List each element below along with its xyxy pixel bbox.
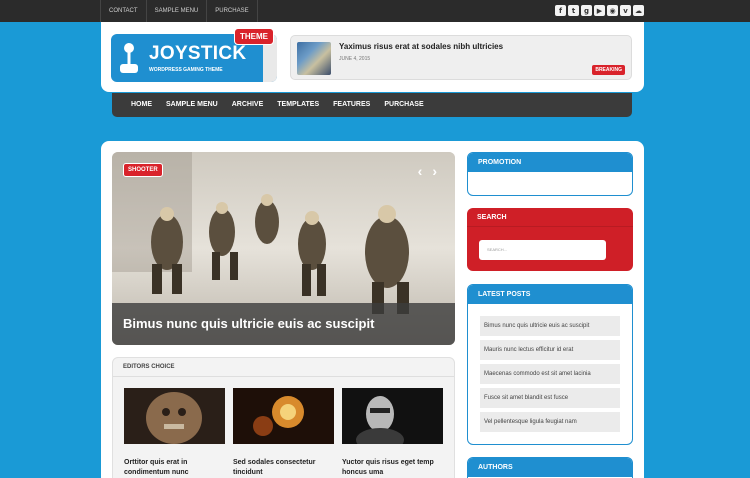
facebook-icon[interactable]: f [555, 5, 566, 16]
list-item[interactable]: Fusce sit amet blandit est fusce [480, 388, 620, 408]
list-item[interactable]: Sed sodales consectetur tincidunt [233, 388, 334, 478]
search-widget: SEARCH SEARCH... [467, 208, 633, 271]
breaking-date: JUNE 4, 2015 [339, 56, 371, 62]
main-content: SHOOTER ‹ › Bimus nunc quis ultricie eui… [101, 141, 644, 478]
post-title[interactable]: Orttitor quis erat in condimentum nunc [124, 458, 225, 478]
top-links: CONTACT SAMPLE MENU PURCHASE [100, 0, 258, 22]
breaking-thumbnail[interactable] [297, 42, 331, 75]
promotion-widget: PROMOTION [467, 152, 633, 196]
youtube-icon[interactable]: ▶ [594, 5, 605, 16]
post-thumbnail[interactable] [124, 388, 225, 444]
category-badge[interactable]: SHOOTER [123, 163, 163, 177]
list-item[interactable]: Yuctor quis risus eget temp honcus uma [342, 388, 443, 478]
editors-choice-section: EDITORS CHOICE Orttitor quis erat in con… [112, 357, 455, 478]
breaking-title[interactable]: Yaximus risus erat at sodales nibh ultri… [339, 42, 503, 51]
search-input[interactable]: SEARCH... [479, 240, 606, 260]
slide-title[interactable]: Bimus nunc quis ultricie euis ac suscipi… [123, 316, 374, 331]
main-nav: HOME SAMPLE MENU ARCHIVE TEMPLATES FEATU… [112, 93, 632, 117]
post-title[interactable]: Yuctor quis risus eget temp honcus uma [342, 458, 443, 478]
nav-item-features[interactable]: FEATURES [326, 93, 377, 117]
joystick-icon [120, 43, 138, 73]
list-item[interactable]: Maecenas commodo est sit amet lacinia [480, 364, 620, 384]
twitter-icon[interactable]: t [568, 5, 579, 16]
widget-title: LATEST POSTS [468, 285, 632, 304]
social-icons: f t g ▶ ◉ v ☁ [555, 5, 644, 16]
latest-posts-list: Bimus nunc quis ultricie euis ac suscipi… [468, 304, 632, 432]
google-plus-icon[interactable]: g [581, 5, 592, 16]
post-title[interactable]: Sed sodales consectetur tincidunt [233, 458, 334, 478]
slider-arrows: ‹ › [418, 163, 437, 179]
authors-widget: AUTHORS [467, 457, 633, 478]
rss-icon[interactable]: ◉ [607, 5, 618, 16]
chevron-right-icon[interactable]: › [432, 163, 437, 179]
top-link-purchase[interactable]: PURCHASE [207, 0, 258, 22]
soundcloud-icon[interactable]: ☁ [633, 5, 644, 16]
list-item[interactable]: Vel pellentesque ligula feugiat nam [480, 412, 620, 432]
breaking-badge: BREAKING [592, 65, 625, 75]
list-item[interactable]: Mauris nunc lectus efficitur id erat [480, 340, 620, 360]
latest-posts-widget: LATEST POSTS Bimus nunc quis ultricie eu… [467, 284, 633, 445]
post-thumbnail[interactable] [233, 388, 334, 444]
top-link-sample-menu[interactable]: SAMPLE MENU [147, 0, 208, 22]
logo-badge: THEME [234, 28, 274, 45]
widget-title: AUTHORS [468, 458, 632, 477]
list-item[interactable]: Orttitor quis erat in condimentum nunc [124, 388, 225, 478]
slide-caption[interactable]: Bimus nunc quis ultricie euis ac suscipi… [112, 303, 455, 345]
widget-title: PROMOTION [468, 153, 632, 172]
logo-title: JOYSTICK [149, 43, 247, 64]
nav-item-purchase[interactable]: PURCHASE [377, 93, 430, 117]
logo-subtitle: WORDPRESS GAMING THEME [149, 67, 223, 73]
breaking-news-box[interactable]: Yaximus risus erat at sodales nibh ultri… [290, 35, 632, 80]
chevron-left-icon[interactable]: ‹ [418, 163, 423, 179]
top-link-contact[interactable]: CONTACT [100, 0, 147, 22]
list-item[interactable]: Bimus nunc quis ultricie euis ac suscipi… [480, 316, 620, 336]
vimeo-icon[interactable]: v [620, 5, 631, 16]
featured-slider[interactable]: SHOOTER ‹ › Bimus nunc quis ultricie eui… [112, 152, 455, 345]
section-heading: EDITORS CHOICE [113, 358, 454, 377]
widget-title: SEARCH [467, 208, 633, 227]
top-bar: CONTACT SAMPLE MENU PURCHASE f t g ▶ ◉ v… [0, 0, 750, 22]
nav-item-archive[interactable]: ARCHIVE [225, 93, 271, 117]
nav-item-home[interactable]: HOME [124, 93, 159, 117]
nav-item-templates[interactable]: TEMPLATES [270, 93, 326, 117]
post-thumbnail[interactable] [342, 388, 443, 452]
site-header: JOYSTICK WORDPRESS GAMING THEME THEME Ya… [101, 22, 644, 92]
nav-item-sample-menu[interactable]: SAMPLE MENU [159, 93, 225, 117]
